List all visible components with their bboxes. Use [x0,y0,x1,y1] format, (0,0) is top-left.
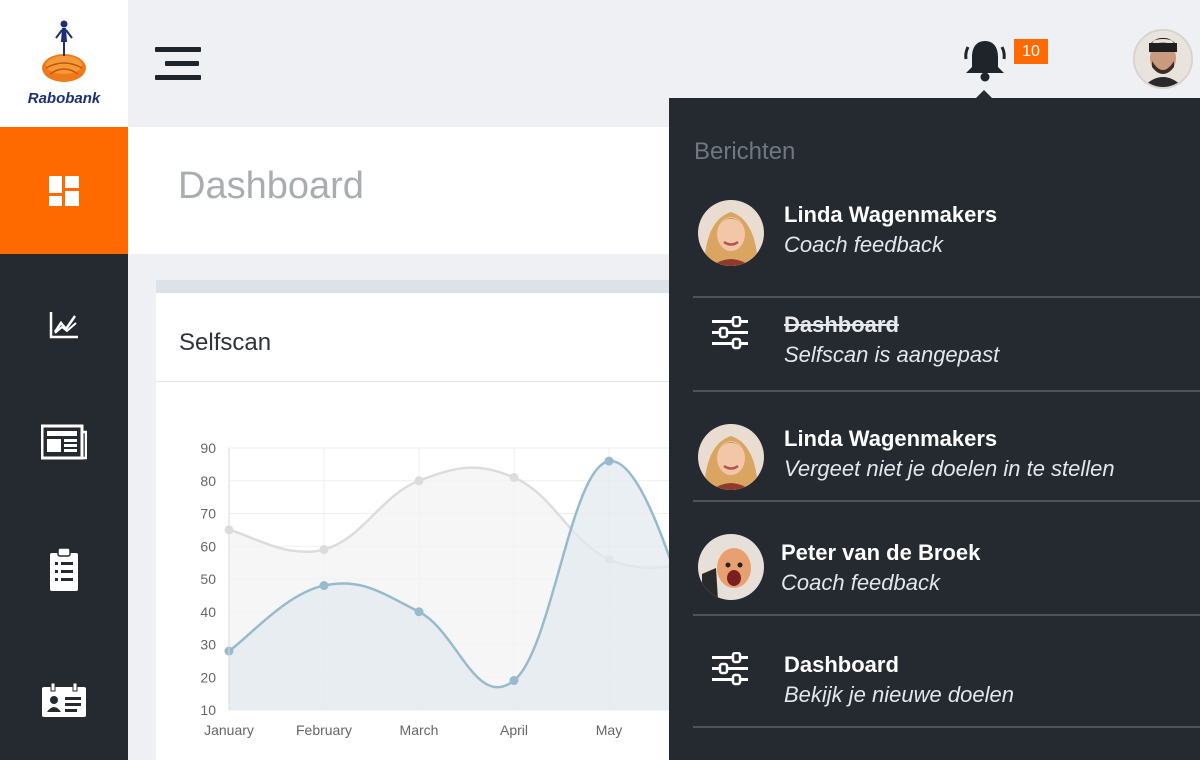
notification-sender: Peter van de Broek [781,540,981,565]
sidebar: Rabobank [0,0,128,760]
nav-item-dashboard[interactable] [0,127,128,254]
notification-divider [693,614,1200,616]
y-tick-label: 50 [200,571,216,587]
nav-item-statistics[interactable] [0,285,128,365]
menu-toggle-button[interactable] [155,47,201,81]
page-header: Dashboard [128,127,688,254]
notification-sender: Dashboard [784,312,899,337]
notification-item[interactable]: Linda Wagenmakers Vergeet niet je doelen … [693,392,1200,502]
notification-icon [711,651,749,691]
card-header: Selfscan [156,293,688,382]
nav-item-profile[interactable] [0,660,128,740]
notification-item[interactable]: Peter van de Broek Coach feedback [693,506,1200,616]
y-tick-label: 20 [200,669,216,685]
data-point [509,472,519,482]
hamburger-line [155,75,201,80]
user-avatar[interactable] [1133,29,1193,89]
hamburger-line [155,47,201,52]
notification-message: Selfscan is aangepast [784,342,1000,367]
x-tick-label: April [500,722,528,738]
peter-avatar-image [698,534,764,600]
data-point [604,456,614,466]
notifications-button[interactable] [962,37,1008,83]
notification-message: Coach feedback [781,570,940,595]
y-tick-label: 80 [200,473,216,489]
notification-message: Coach feedback [784,232,943,257]
page-title: Dashboard [178,165,364,207]
nav-item-tasks[interactable] [0,530,128,610]
linda-avatar [698,200,764,266]
data-point [319,581,329,591]
data-point [319,545,329,555]
user-avatar-image [1135,31,1191,87]
rabobank-logo-icon [42,20,86,82]
y-tick-label: 90 [200,440,216,456]
line-chart-icon [49,312,78,339]
newspaper-icon [41,424,87,460]
dashboard-grid-icon [49,175,79,206]
notification-item[interactable]: Dashboard Bekijk je nieuwe doelen [693,618,1200,728]
panel-title: Berichten [694,138,796,165]
data-point [414,607,424,617]
logo-text: Rabobank [27,90,101,107]
notification-divider [693,726,1200,728]
notification-divider [693,500,1200,502]
notification-icon [711,315,749,355]
x-tick-label: January [204,722,254,738]
notification-sender: Linda Wagenmakers [784,202,998,227]
notifications-panel: Berichten Linda Wagenmakers Coach feedbac… [669,98,1200,760]
notification-message: Vergeet niet je doelen in te stellen [784,456,1115,481]
linda-avatar-image [698,200,764,266]
id-card-icon [42,682,86,717]
peter-avatar [698,534,764,600]
notification-item[interactable]: Dashboard Selfscan is aangepast [693,282,1200,392]
notification-count-badge: 10 [1014,39,1048,64]
card-top-strip [156,280,688,293]
hamburger-line [165,61,199,66]
y-tick-label: 40 [200,604,216,620]
sliders-icon [712,651,748,686]
x-tick-label: February [296,722,352,738]
y-tick-label: 10 [200,702,216,718]
card-title: Selfscan [179,329,272,356]
linda-avatar-image [698,424,764,490]
data-point [509,676,519,686]
selfscan-chart: 10 20 30 40 50 60 70 80 90 January February March Ap… [200,440,669,738]
nav-item-news[interactable] [0,402,128,482]
y-tick-label: 70 [200,506,216,522]
sliders-icon [712,315,748,350]
x-tick-label: May [596,722,622,738]
linda-avatar [698,424,764,490]
notification-message: Bekijk je nieuwe doelen [784,682,1014,707]
data-point [414,476,424,486]
x-tick-label: March [400,722,439,738]
notification-sender: Dashboard [784,652,899,677]
y-tick-label: 60 [200,538,216,554]
notification-sender: Linda Wagenmakers [784,426,998,451]
y-tick-label: 30 [200,637,216,653]
bell-icon [964,41,1006,82]
rabobank-logo[interactable]: Rabobank [0,0,128,127]
clipboard-list-icon [50,547,78,591]
